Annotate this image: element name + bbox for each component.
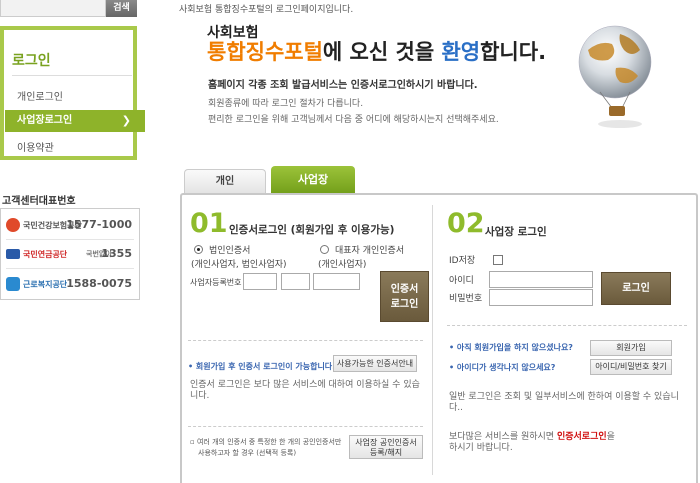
id-input[interactable]: [489, 271, 593, 288]
divider: [188, 340, 423, 341]
radio-corporate-cert[interactable]: [194, 245, 203, 254]
sidebar-item-terms[interactable]: 이용약관: [17, 139, 54, 154]
find-question: • 아이디가 생각나지 않으세요?: [449, 363, 556, 372]
body-text: 을: [606, 432, 615, 442]
header-desc-3: 편리한 로그인을 위해 고객님께서 다음 중 어디에 해당하시는지 선택해주세요…: [208, 115, 499, 125]
join-button[interactable]: 회원가입: [590, 340, 672, 356]
header-desc-2: 회원종류에 따라 로그인 절차가 다릅니다.: [208, 99, 364, 109]
search-input[interactable]: [0, 0, 106, 17]
body-text: 보다많은 서비스를 원하시면: [449, 432, 557, 442]
welcome-title: 통합징수포털에 오신 것을 환영합니다.: [207, 36, 546, 66]
page-intro: 사회보험 통합징수포털의 로그인페이지입니다.: [179, 5, 354, 15]
cert-note: • 회원가입 후 인증서 로그인이 가능합니다.: [188, 362, 336, 371]
kcomwel-logo-icon: [6, 277, 20, 291]
password-input[interactable]: [489, 289, 593, 306]
welcome-portal-name: 통합징수포털: [207, 40, 323, 64]
nhis-logo-icon: [6, 218, 20, 232]
id-label: 아이디: [449, 276, 474, 286]
find-question-text: 아이디가 생각나지 않으세요?: [456, 363, 556, 372]
cert-guide-button[interactable]: 사용가능한 인증서안내: [333, 355, 417, 372]
welcome-text-end: 합니다.: [480, 40, 547, 64]
biz-login-button[interactable]: 로그인: [601, 272, 671, 305]
id-save-label: ID저장: [449, 256, 476, 266]
step-number: 01: [190, 208, 228, 239]
password-label: 비밀번호: [449, 294, 483, 304]
radio-label: 법인인증서: [209, 246, 251, 256]
globe-balloon-icon: [578, 25, 652, 128]
callcenter-title: 고객센터대표번호: [2, 196, 76, 207]
org-name: 근로복지공단: [23, 280, 68, 289]
sidebar-item-label: 사업장로그인: [17, 115, 73, 126]
welcome-text: 에 오신 것을: [322, 40, 442, 64]
search-button[interactable]: 검색: [106, 0, 137, 17]
find-id-password-button[interactable]: 아이디/비밀번호 찾기: [590, 359, 672, 375]
biz-number-input-1[interactable]: [243, 273, 277, 290]
biz-body-text: 일반 로그인은 조회 및 일부서비스에 한하여 이용할 수 있습니다..: [449, 392, 679, 413]
biz-login-title: 사업장 로그인: [485, 226, 547, 238]
radio-personal-cert[interactable]: [320, 245, 329, 254]
divider: [6, 239, 134, 240]
biz-number-label: 사업자등록번호: [190, 278, 242, 287]
join-question-text: 아직 회원가입을 하지 않으셨나요?: [456, 343, 573, 352]
step-number: 02: [447, 208, 485, 239]
chevron-right-icon: ❯: [121, 114, 131, 127]
multi-cert-note-line: 여러 개의 인증서 중 특정한 한 개의 공인인증서만: [196, 438, 342, 446]
welcome-highlight: 환영: [441, 40, 481, 64]
cert-login-title: 인증서로그인 (회원가입 후 이용가능): [229, 224, 395, 236]
button-label: 사업장 공인인증서: [355, 438, 417, 447]
tab-personal[interactable]: 개인: [184, 169, 266, 193]
id-save-checkbox[interactable]: [493, 255, 503, 265]
biz-number-input-2[interactable]: [281, 273, 310, 290]
radio-sublabel: (개인사업자): [318, 260, 367, 270]
phone-number: 1577-1000: [66, 218, 132, 231]
button-label: 로그인: [390, 299, 419, 310]
sidebar-item-business-login[interactable]: 사업장로그인 ❯: [5, 110, 145, 132]
body-text: 하시기 바랍니다.: [449, 443, 513, 453]
biz-body-text-2: 보다많은 서비스를 원하시면 인증서로그인을 하시기 바랍니다.: [449, 432, 681, 454]
org-name: 국민연금공단: [23, 250, 68, 259]
cert-register-button[interactable]: 사업장 공인인증서 등록/해지: [349, 435, 423, 459]
sidebar-item-personal-login[interactable]: 개인로그인: [17, 88, 63, 103]
cert-note-text: 회원가입 후 인증서 로그인이 가능합니다.: [195, 362, 336, 371]
button-label: 등록/해지: [369, 448, 403, 457]
cert-login-button[interactable]: 인증서 로그인: [380, 271, 429, 322]
nps-logo-icon: [6, 249, 20, 259]
callcenter-row: 국민건강보험공단 1577-1000: [6, 214, 138, 236]
callcenter-row: 국민연금공단 국번없이 1355: [6, 243, 138, 265]
phone-number: 1355: [101, 247, 132, 260]
divider: [432, 205, 433, 475]
callcenter-row: 근로복지공단 1588-0075: [6, 273, 138, 295]
phone-number: 1588-0075: [66, 277, 132, 290]
biz-number-input-3[interactable]: [313, 273, 360, 290]
side-menu-title: 로그인: [12, 53, 51, 69]
divider: [12, 75, 132, 76]
divider: [6, 268, 134, 269]
cert-login-highlight: 인증서로그인: [556, 432, 607, 442]
header-desc-1: 홈페이지 각종 조회 발급서비스는 인증서로그인하시기 바랍니다.: [208, 80, 478, 91]
radio-label: 대표자 개인인증서: [335, 246, 405, 256]
radio-sublabel: (개인사업자, 법인사업자): [191, 260, 287, 270]
multi-cert-note: ▫ 여러 개의 인증서 중 특정한 한 개의 공인인증서만 사용하고자 할 경우…: [190, 438, 342, 457]
button-label: 인증서: [390, 284, 419, 295]
divider: [447, 325, 687, 326]
cert-body-text: 인증서 로그인은 보다 많은 서비스에 대하여 이용하실 수 있습니다.: [190, 380, 420, 401]
divider: [188, 426, 423, 427]
tab-business[interactable]: 사업장: [271, 166, 355, 193]
join-question: • 아직 회원가입을 하지 않으셨나요?: [449, 343, 573, 352]
multi-cert-note-line: 사용하고자 할 경우 (선택적 등록): [198, 449, 297, 457]
